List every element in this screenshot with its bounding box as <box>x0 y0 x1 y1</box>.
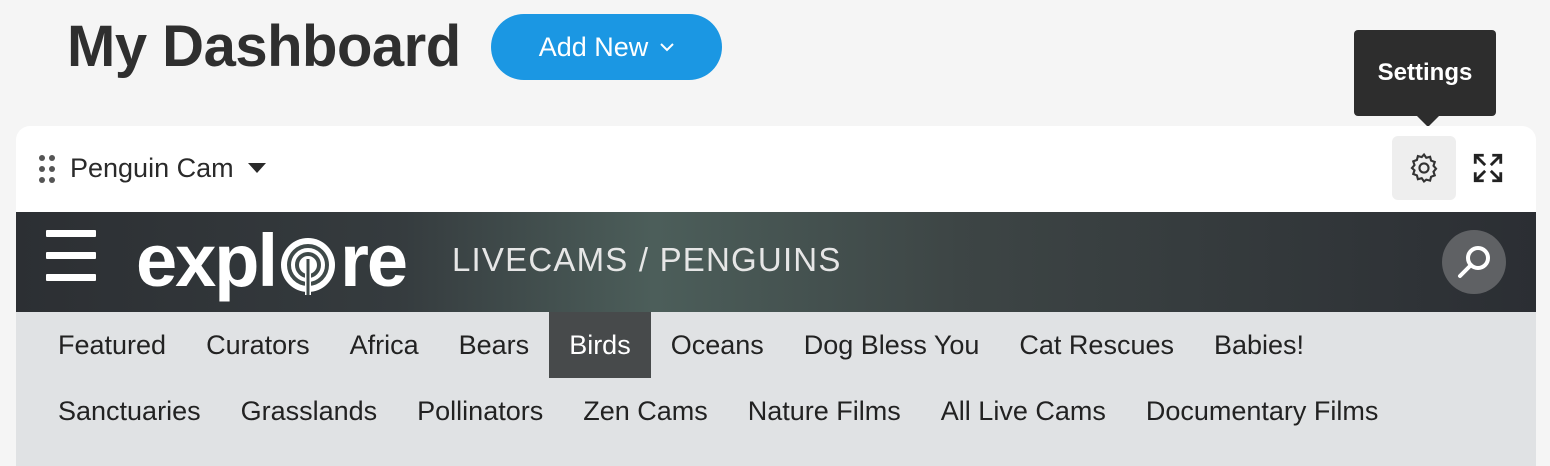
site-header: expl re LIVECAMS / PENGUINS <box>16 212 1536 312</box>
hamburger-icon[interactable] <box>46 230 96 282</box>
nav-item-babies[interactable]: Babies! <box>1194 312 1324 378</box>
explore-logo[interactable]: expl re <box>136 219 408 302</box>
gear-icon <box>1410 152 1438 184</box>
nav-item-featured[interactable]: Featured <box>38 312 186 378</box>
nav-item-bears[interactable]: Bears <box>439 312 550 378</box>
nav-item-sanctuaries[interactable]: Sanctuaries <box>38 378 221 444</box>
nav-item-oceans[interactable]: Oceans <box>651 312 784 378</box>
add-new-button[interactable]: Add New <box>491 14 722 80</box>
settings-button[interactable] <box>1392 136 1456 200</box>
nav-row-1: Featured Curators Africa Bears Birds Oceans Do… <box>38 312 1324 378</box>
nav-item-nature-films[interactable]: Nature Films <box>728 378 921 444</box>
explore-logo-mark <box>281 238 336 295</box>
nav-item-all-live-cams[interactable]: All Live Cams <box>921 378 1126 444</box>
nav-item-dog-bless-you[interactable]: Dog Bless You <box>784 312 1000 378</box>
tooltip-text: Settings <box>1377 59 1473 86</box>
widget-title: Penguin Cam <box>70 153 234 183</box>
drag-handle-icon[interactable] <box>38 154 56 184</box>
caret-down-icon <box>247 163 266 173</box>
nav-item-pollinators[interactable]: Pollinators <box>397 378 563 444</box>
chevron-down-icon <box>660 42 674 51</box>
page-title: My Dashboard <box>67 14 461 79</box>
nav-item-zen-cams[interactable]: Zen Cams <box>563 378 728 444</box>
nav-item-africa[interactable]: Africa <box>330 312 439 378</box>
penguin-cam-widget: Penguin Cam expl re LIVECAMS / PENGUINS … <box>16 126 1536 466</box>
category-nav: Featured Curators Africa Bears Birds Oceans Do… <box>16 312 1536 466</box>
nav-item-grasslands[interactable]: Grasslands <box>221 378 398 444</box>
widget-title-dropdown[interactable]: Penguin Cam <box>70 150 266 186</box>
expand-icon <box>1473 153 1503 183</box>
settings-tooltip: Settings <box>1354 30 1496 127</box>
nav-item-curators[interactable]: Curators <box>186 312 330 378</box>
nav-item-birds[interactable]: Birds <box>549 312 651 378</box>
expand-button[interactable] <box>1456 136 1520 200</box>
nav-row-2: Sanctuaries Grasslands Pollinators Zen Cams… <box>38 378 1398 444</box>
nav-item-documentary-films[interactable]: Documentary Films <box>1126 378 1399 444</box>
search-icon <box>1458 246 1490 278</box>
add-new-label: Add New <box>538 31 649 62</box>
site-search-button[interactable] <box>1442 230 1506 294</box>
nav-item-cat-rescues[interactable]: Cat Rescues <box>999 312 1194 378</box>
site-breadcrumb: LIVECAMS / PENGUINS <box>452 241 842 278</box>
widget-header: Penguin Cam <box>16 126 1536 212</box>
